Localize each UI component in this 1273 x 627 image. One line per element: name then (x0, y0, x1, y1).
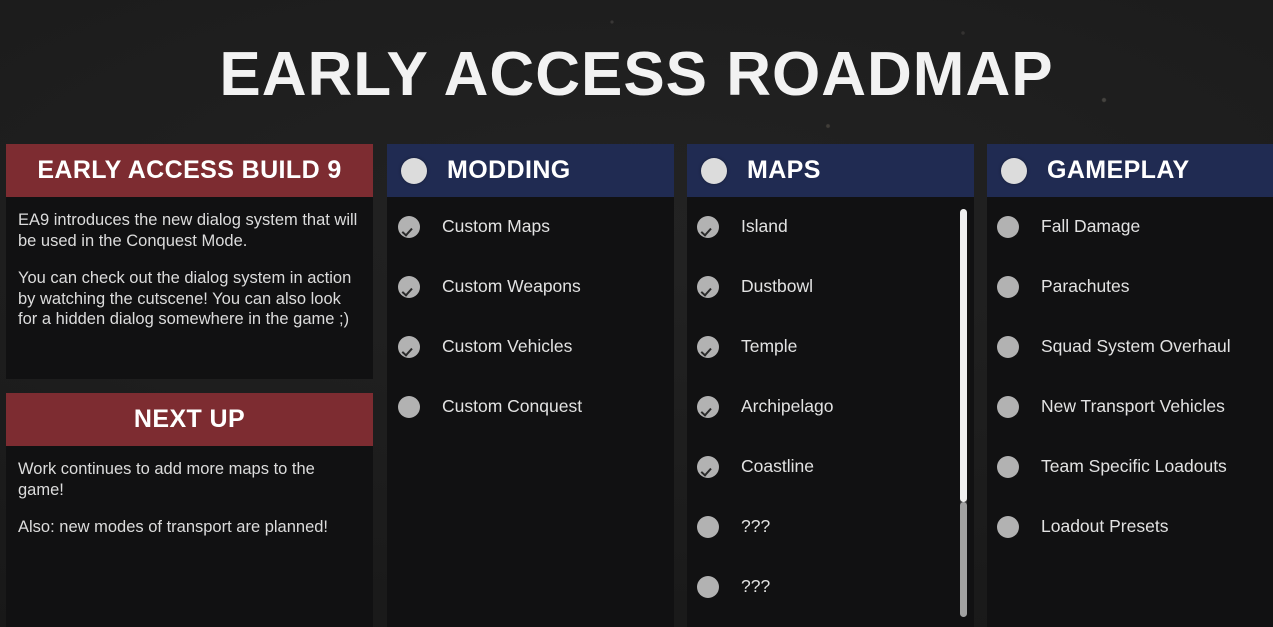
list-item-label: Loadout Presets (1041, 516, 1169, 537)
list-item[interactable]: Parachutes (987, 257, 1273, 317)
scrollbar-thumb[interactable] (960, 209, 967, 502)
list-item-label: Team Specific Loadouts (1041, 456, 1227, 477)
check-circle-icon (697, 276, 719, 298)
gameplay-list: Fall Damage Parachutes Squad System Over… (987, 197, 1273, 627)
build-paragraph-1: EA9 introduces the new dialog system tha… (18, 211, 358, 250)
list-item[interactable]: Island (687, 197, 974, 257)
list-item[interactable]: Temple (687, 317, 974, 377)
circle-icon (997, 396, 1019, 418)
modding-list: Custom Maps Custom Weapons Custom Vehicl… (387, 197, 674, 627)
list-item-label: Fall Damage (1041, 216, 1141, 237)
roadmap-screen: EARLY ACCESS ROADMAP EARLY ACCESS BUILD … (0, 0, 1273, 627)
next-up-body: Work continues to add more maps to the g… (6, 446, 373, 627)
list-item-label: Custom Vehicles (442, 336, 573, 357)
check-circle-icon (398, 216, 420, 238)
list-item[interactable]: Team Specific Loadouts (987, 437, 1273, 497)
check-circle-icon (697, 336, 719, 358)
list-item-label: New Transport Vehicles (1041, 396, 1225, 417)
circle-icon (997, 216, 1019, 238)
list-item[interactable]: Fall Damage (987, 197, 1273, 257)
build-body: EA9 introduces the new dialog system tha… (6, 197, 373, 379)
circle-icon (697, 576, 719, 598)
list-item-label: Custom Maps (442, 216, 550, 237)
circle-icon (997, 516, 1019, 538)
list-item-label: Parachutes (1041, 276, 1130, 297)
scrollbar-track[interactable] (960, 502, 967, 617)
column-modding: MODDING Custom Maps Custom Weapons Custo… (387, 144, 674, 627)
list-item-label: Island (741, 216, 788, 237)
column-gameplay: GAMEPLAY Fall Damage Parachutes Squad Sy… (987, 144, 1273, 627)
next-up-header-label: NEXT UP (133, 405, 246, 433)
list-item-label: Coastline (741, 456, 814, 477)
gameplay-header: GAMEPLAY (987, 144, 1273, 197)
circle-icon (401, 157, 427, 184)
list-item-label: Dustbowl (741, 276, 813, 297)
build-header: EARLY ACCESS BUILD 9 (6, 144, 373, 197)
list-item-label: Custom Conquest (442, 396, 583, 417)
column-build: EARLY ACCESS BUILD 9 EA9 introduces the … (6, 144, 373, 627)
maps-header-label: MAPS (747, 156, 821, 184)
circle-icon (1001, 157, 1027, 184)
list-item-label: Squad System Overhaul (1041, 336, 1231, 357)
list-item-label: ??? (741, 576, 771, 597)
list-item[interactable]: Custom Conquest (387, 377, 674, 437)
maps-list: Island Dustbowl Temple Archipelago Coast… (687, 197, 974, 627)
gameplay-header-label: GAMEPLAY (1047, 156, 1190, 184)
maps-scrollbar[interactable] (960, 209, 967, 617)
list-item[interactable]: ??? (687, 557, 974, 617)
list-item-label: Custom Weapons (442, 276, 581, 297)
maps-header: MAPS (687, 144, 974, 197)
list-item[interactable]: Dustbowl (687, 257, 974, 317)
modding-header: MODDING (387, 144, 674, 197)
circle-icon (997, 276, 1019, 298)
circle-icon (997, 336, 1019, 358)
list-item[interactable]: Custom Vehicles (387, 317, 674, 377)
list-item-label: Archipelago (741, 396, 834, 417)
list-item[interactable]: New Transport Vehicles (987, 377, 1273, 437)
check-circle-icon (697, 456, 719, 478)
list-item[interactable]: Archipelago (687, 377, 974, 437)
build-header-label: EARLY ACCESS BUILD 9 (37, 156, 342, 184)
circle-icon (701, 157, 727, 184)
panel-divider (6, 379, 373, 393)
list-item[interactable]: Squad System Overhaul (987, 317, 1273, 377)
list-item[interactable]: Loadout Presets (987, 497, 1273, 557)
circle-icon (997, 456, 1019, 478)
check-circle-icon (398, 276, 420, 298)
list-item[interactable]: Custom Maps (387, 197, 674, 257)
modding-header-label: MODDING (447, 156, 571, 184)
circle-icon (398, 396, 420, 418)
column-maps: MAPS Island Dustbowl Temple Archipelago … (687, 144, 974, 627)
list-item[interactable]: Custom Weapons (387, 257, 674, 317)
list-item-label: Temple (741, 336, 798, 357)
check-circle-icon (697, 216, 719, 238)
list-item-label: ??? (741, 516, 771, 537)
roadmap-columns: EARLY ACCESS BUILD 9 EA9 introduces the … (0, 144, 1273, 627)
next-up-header: NEXT UP (6, 393, 373, 446)
list-item[interactable]: ??? (687, 497, 974, 557)
page-title: EARLY ACCESS ROADMAP (219, 40, 1054, 109)
circle-icon (697, 516, 719, 538)
check-circle-icon (398, 336, 420, 358)
check-circle-icon (697, 396, 719, 418)
next-up-paragraph-2: Also: new modes of transport are planned… (18, 518, 329, 536)
build-paragraph-2: You can check out the dialog system in a… (18, 269, 352, 328)
next-up-paragraph-1: Work continues to add more maps to the g… (18, 460, 315, 499)
list-item[interactable]: Coastline (687, 437, 974, 497)
